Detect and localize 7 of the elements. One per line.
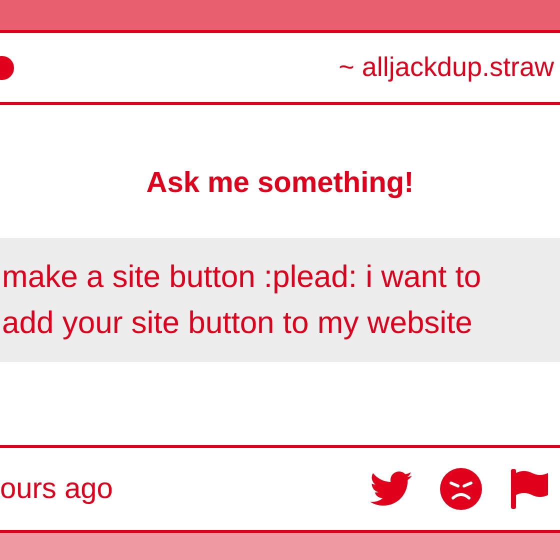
- ask-heading: Ask me something!: [146, 167, 414, 200]
- question-text: make a site button :plead: i want to: [2, 258, 482, 296]
- angry-face-icon[interactable]: [440, 468, 482, 510]
- site-address: ~ alljackdup.straw: [338, 52, 554, 83]
- bird-icon[interactable]: [370, 471, 412, 507]
- question-text: add your site button to my website: [2, 304, 474, 342]
- timestamp: ours ago: [0, 472, 113, 506]
